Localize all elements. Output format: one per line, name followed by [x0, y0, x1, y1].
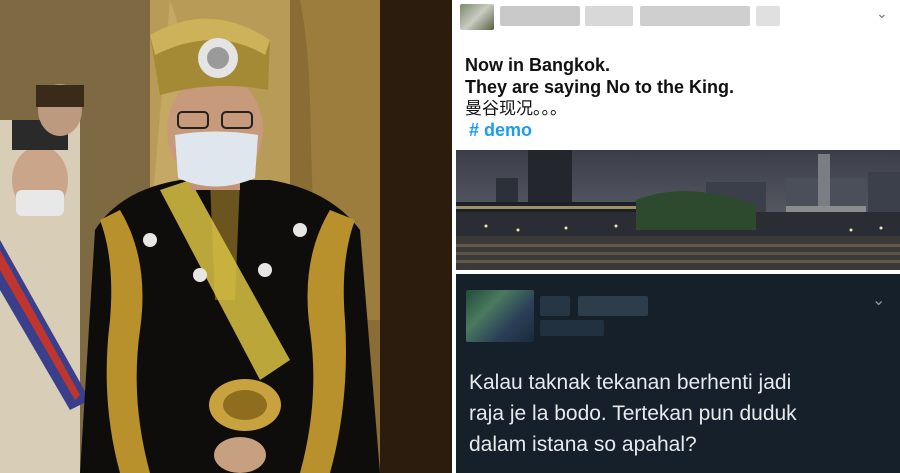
bangkok-protest-photo[interactable]	[456, 150, 900, 270]
handle-blurred-2	[540, 320, 604, 336]
timestamp-blurred	[640, 6, 750, 26]
tweet-line-2: They are saying No to the King.	[465, 77, 735, 97]
handle-blurred	[578, 296, 648, 316]
tweet-line-3: 曼谷现况。。。	[465, 99, 567, 119]
protest-illustration	[456, 150, 900, 270]
avatar	[460, 4, 494, 30]
dark-line-3: dalam istana so apahal?	[469, 433, 697, 456]
avatar	[466, 290, 534, 342]
handle-blurred	[585, 6, 633, 26]
username-blurred	[540, 296, 570, 316]
dark-line-1: Kalau taknak tekanan berhenti jadi	[469, 371, 792, 394]
dark-line-2: raja je la bodo. Tertekan pun duduk	[469, 402, 797, 425]
tweet-dark-text: Kalau taknak tekanan berhenti jadi raja …	[469, 367, 889, 460]
username-blurred	[500, 6, 580, 26]
royal-portrait-illustration	[0, 0, 452, 473]
tweet-text: Now in Bangkok. They are saying No to th…	[465, 54, 885, 120]
chevron-down-icon[interactable]: ⌄	[876, 6, 888, 22]
hashtag-link[interactable]: # demo	[469, 120, 532, 141]
timestamp-blurred-2	[756, 6, 780, 26]
tweet-line-1: Now in Bangkok.	[465, 55, 611, 75]
royal-portrait-photo	[0, 0, 452, 473]
chevron-down-icon[interactable]: ⌄	[872, 290, 885, 309]
